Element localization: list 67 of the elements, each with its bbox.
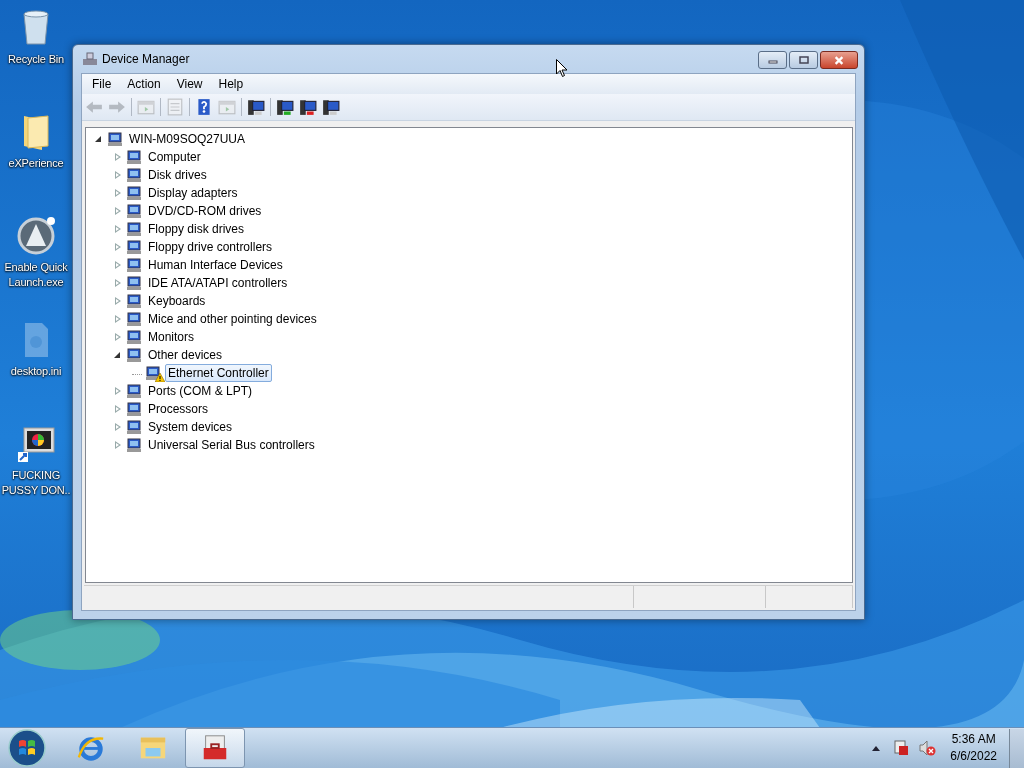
device-icon xyxy=(125,347,143,363)
network-error-icon[interactable] xyxy=(892,739,911,757)
clock-date[interactable]: 6/6/2022 xyxy=(950,748,997,765)
tree-item[interactable]: WIN-M09SOQ27UUA xyxy=(126,130,249,148)
shortcut-icon[interactable] xyxy=(16,424,56,464)
menu-item[interactable]: View xyxy=(168,77,211,91)
device-icon xyxy=(125,383,143,399)
device-icon xyxy=(125,401,143,417)
app-icon[interactable] xyxy=(16,216,56,256)
tree-item[interactable]: Computer xyxy=(145,148,204,166)
tree-item[interactable]: Disk drives xyxy=(145,166,210,184)
device-icon xyxy=(125,311,143,327)
desktop-icon-label[interactable]: FUCKING PUSSY DON.. xyxy=(1,468,71,498)
tree-item[interactable]: Keyboards xyxy=(145,292,209,310)
desktop-icon-label[interactable]: Recycle Bin xyxy=(8,52,64,67)
tree-item[interactable]: IDE ATA/ATAPI controllers xyxy=(145,274,291,292)
device-icon xyxy=(125,167,143,183)
collapse-arrow-icon[interactable] xyxy=(94,134,104,144)
tree-item[interactable]: DVD/CD-ROM drives xyxy=(145,202,265,220)
device-icon xyxy=(125,257,143,273)
device-manager-icon xyxy=(82,51,98,67)
window-title: Device Manager xyxy=(102,52,190,66)
tree-item[interactable]: Human Interface Devices xyxy=(145,256,286,274)
device-icon xyxy=(125,239,143,255)
clock-time[interactable]: 5:36 AM xyxy=(951,731,996,748)
device-icon xyxy=(125,185,143,201)
help-icon[interactable] xyxy=(195,98,213,116)
device-icon xyxy=(125,149,143,165)
show-hidden-icons-icon[interactable] xyxy=(872,745,881,751)
toolbox-taskbar-button[interactable] xyxy=(185,728,245,768)
device-icon xyxy=(125,203,143,219)
menu-item[interactable]: Action xyxy=(119,77,169,91)
volume-muted-icon[interactable] xyxy=(918,739,937,757)
tree-item[interactable]: Other devices xyxy=(145,346,226,364)
maximize-icon xyxy=(798,56,809,64)
device-icon xyxy=(125,329,143,345)
computer-icon xyxy=(106,131,124,147)
desktop-icon-label[interactable]: eXPerience xyxy=(8,156,64,171)
close-icon xyxy=(833,55,845,65)
cursor-icon xyxy=(556,59,568,78)
maximize-button[interactable] xyxy=(789,51,818,69)
tree-item[interactable]: Processors xyxy=(145,400,212,418)
tree-item[interactable]: Ports (COM & LPT) xyxy=(145,382,255,400)
tree-item[interactable]: Ethernet Controller xyxy=(165,364,272,382)
start-button[interactable] xyxy=(7,728,47,768)
desktop-icon-label[interactable]: Enable Quick Launch.exe xyxy=(1,260,71,290)
tree-item[interactable]: Floppy disk drives xyxy=(145,220,248,238)
tree-item[interactable]: Mice and other pointing devices xyxy=(145,310,320,328)
device-icon xyxy=(125,221,143,237)
device-icon xyxy=(125,293,143,309)
close-button[interactable] xyxy=(820,51,858,69)
tree-item[interactable]: System devices xyxy=(145,418,236,436)
tree-item[interactable]: Display adapters xyxy=(145,184,241,202)
minimize-button[interactable] xyxy=(758,51,787,69)
device-icon xyxy=(144,365,162,381)
device-icon xyxy=(125,419,143,435)
desktop-icon-label[interactable]: desktop.ini xyxy=(10,364,62,379)
monitor-icon[interactable] xyxy=(247,98,265,116)
tree-item[interactable]: Universal Serial Bus controllers xyxy=(145,436,318,454)
menu-item[interactable]: Help xyxy=(210,77,252,91)
menu-item[interactable]: File xyxy=(84,77,120,91)
device-icon xyxy=(125,275,143,291)
tree-item[interactable]: Monitors xyxy=(145,328,197,346)
show-desktop-button[interactable] xyxy=(1009,728,1024,768)
device-icon xyxy=(125,437,143,453)
tree-item[interactable]: Floppy drive controllers xyxy=(145,238,276,256)
collapse-arrow-icon[interactable] xyxy=(113,350,123,360)
